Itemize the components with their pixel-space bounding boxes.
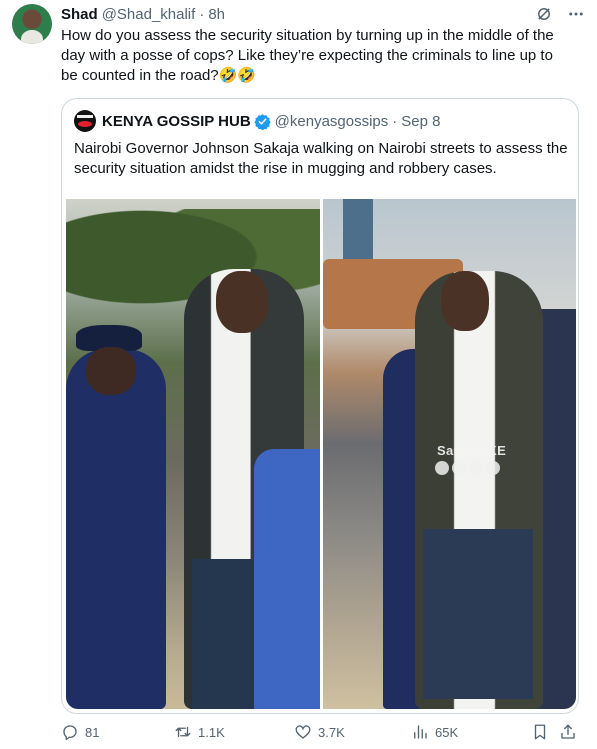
verified-badge-icon — [254, 113, 271, 130]
governor-head — [216, 271, 268, 333]
tweet-text: How do you assess the security situation… — [61, 27, 554, 84]
quote-author-handle: @kenyasgossips — [274, 112, 389, 130]
quote-date: Sep 8 — [401, 112, 441, 130]
facebook-icon — [452, 461, 466, 475]
reply-count: 81 — [85, 724, 100, 740]
separator-dot: · — [199, 5, 205, 23]
like-button[interactable]: 3.7K — [294, 720, 345, 744]
header-actions — [535, 5, 585, 23]
tweet-time[interactable]: 8h — [208, 6, 225, 23]
foreground-blue-jacket — [254, 449, 320, 709]
x-logo-icon — [435, 461, 449, 475]
share-button[interactable] — [559, 720, 577, 744]
quote-author-avatar — [74, 110, 96, 132]
youtube-icon — [486, 461, 500, 475]
quote-media[interactable]: SautiTVKE — [66, 199, 576, 709]
retweet-button[interactable]: 1.1K — [174, 720, 225, 744]
officer-figure — [66, 349, 166, 709]
bookmark-icon — [534, 724, 546, 740]
officer-head — [86, 347, 136, 395]
quote-separator: · — [392, 112, 398, 130]
quoted-tweet[interactable]: KENYA GOSSIP HUB @kenyasgossips · Sep 8 … — [61, 98, 579, 714]
tiktok-icon — [469, 461, 483, 475]
tweet-actions: 81 1.1K 3.7K 65K — [61, 720, 581, 744]
like-count: 3.7K — [318, 724, 345, 740]
media-photo-right[interactable]: SautiTVKE — [323, 199, 576, 709]
quote-header: KENYA GOSSIP HUB @kenyasgossips · Sep 8 — [74, 110, 441, 132]
media-photo-left[interactable] — [66, 199, 320, 709]
views-button[interactable]: 65K — [411, 720, 458, 744]
author-name[interactable]: Shad — [61, 6, 98, 23]
views-count: 65K — [435, 724, 459, 740]
grok-icon[interactable] — [535, 5, 553, 23]
tweet-header: Shad @Shad_khalif · 8h — [61, 4, 225, 24]
media-watermark: SautiTVKE — [437, 443, 507, 458]
reply-icon — [63, 725, 77, 741]
retweet-icon — [175, 726, 191, 738]
author-avatar[interactable] — [12, 4, 52, 44]
like-icon — [295, 725, 311, 739]
governor-head — [441, 271, 489, 331]
share-icon — [561, 724, 575, 739]
more-icon[interactable] — [567, 5, 585, 23]
views-icon — [414, 725, 427, 739]
reply-button[interactable]: 81 — [61, 720, 99, 744]
author-handle[interactable]: @Shad_khalif — [102, 6, 196, 23]
governor-trousers — [423, 529, 533, 699]
retweet-count: 1.1K — [198, 724, 225, 740]
quote-author-name: KENYA GOSSIP HUB — [102, 112, 251, 130]
quote-text: Nairobi Governor Johnson Sakaja walking … — [74, 140, 568, 177]
bookmark-button[interactable] — [531, 720, 549, 744]
watermark-social-icons — [435, 461, 500, 475]
